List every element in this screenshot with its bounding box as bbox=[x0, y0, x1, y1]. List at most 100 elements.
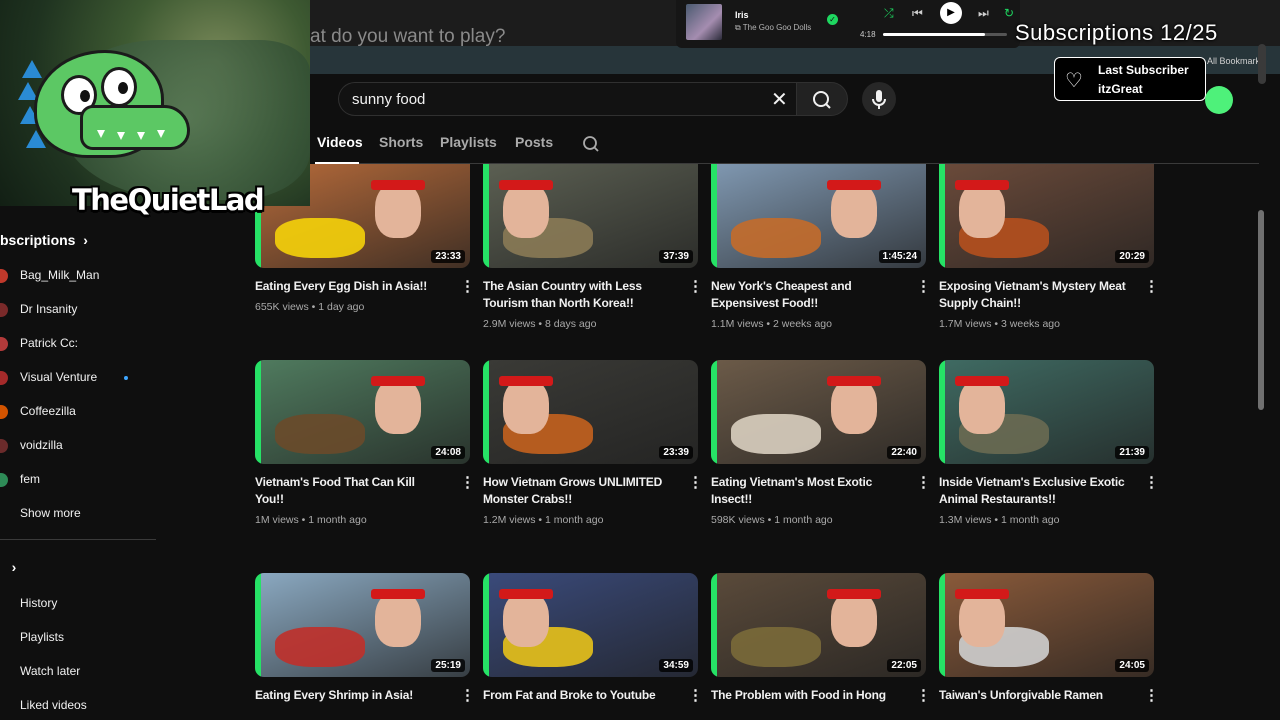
view-count: 1.2M views bbox=[483, 514, 536, 526]
sidebar-channel-item[interactable]: fem bbox=[20, 472, 40, 486]
view-count: 598K views bbox=[711, 514, 765, 526]
video-metadata: 598K views • 1 month ago bbox=[711, 514, 833, 526]
host-face bbox=[831, 591, 877, 647]
mascot-tooth bbox=[97, 130, 105, 138]
video-thumbnail[interactable]: 22:40 bbox=[711, 360, 926, 464]
sidebar-channel-item[interactable]: Coffeezilla bbox=[20, 404, 76, 418]
video-duration: 22:40 bbox=[887, 446, 921, 459]
upload-age: 2 weeks ago bbox=[773, 318, 832, 330]
red-bandana bbox=[499, 589, 553, 599]
video-title[interactable]: Eating Every Egg Dish in Asia!! bbox=[255, 278, 445, 295]
show-more-button[interactable]: Show more bbox=[20, 506, 81, 520]
sidebar-item-liked-videos[interactable]: Liked videos bbox=[20, 698, 87, 712]
video-duration: 37:39 bbox=[659, 250, 693, 263]
video-duration: 34:59 bbox=[659, 659, 693, 672]
channel-avatar bbox=[0, 337, 8, 351]
more-options-icon[interactable]: ⋮ bbox=[688, 279, 703, 294]
video-title[interactable]: Vietnam's Food That Can Kill You!! bbox=[255, 474, 445, 508]
video-thumbnail[interactable]: 24:05 bbox=[939, 573, 1154, 677]
meta-separator: • bbox=[535, 318, 546, 330]
video-thumbnail[interactable]: 20:29 bbox=[939, 164, 1154, 268]
upload-age: 3 weeks ago bbox=[1001, 318, 1060, 330]
more-options-icon[interactable]: ⋮ bbox=[916, 688, 931, 703]
more-options-icon[interactable]: ⋮ bbox=[1144, 279, 1159, 294]
sidebar-item-watch-later[interactable]: Watch later bbox=[20, 664, 80, 678]
video-title[interactable]: The Asian Country with Less Tourism than… bbox=[483, 278, 673, 312]
sidebar-channel-item[interactable]: Bag_Milk_Man bbox=[20, 268, 99, 282]
video-duration: 23:33 bbox=[431, 250, 465, 263]
more-options-icon[interactable]: ⋮ bbox=[1144, 475, 1159, 490]
upload-age: 1 month ago bbox=[774, 514, 833, 526]
view-count: 1.3M views bbox=[939, 514, 992, 526]
sidebar-item-history[interactable]: History bbox=[20, 596, 57, 610]
video-metadata: 1.2M views • 1 month ago bbox=[483, 514, 603, 526]
upload-age: 1 day ago bbox=[318, 301, 365, 313]
video-title[interactable]: Exposing Vietnam's Mystery Meat Supply C… bbox=[939, 278, 1129, 312]
streamer-name: TheQuietLad bbox=[72, 183, 265, 217]
channel-avatar bbox=[0, 303, 8, 317]
more-options-icon[interactable]: ⋮ bbox=[460, 688, 475, 703]
meta-separator: • bbox=[991, 514, 1002, 526]
sidebar-divider bbox=[0, 539, 156, 540]
meta-separator: • bbox=[763, 318, 774, 330]
video-thumbnail[interactable]: 34:59 bbox=[483, 573, 698, 677]
upload-age: 1 month ago bbox=[545, 514, 604, 526]
you-heading[interactable]: › bbox=[0, 559, 17, 575]
sidebar-channel-item[interactable]: Dr Insanity bbox=[20, 302, 77, 316]
thumbnail-food-object bbox=[275, 627, 365, 667]
new-content-dot bbox=[124, 376, 128, 380]
more-options-icon[interactable]: ⋮ bbox=[1144, 688, 1159, 703]
more-options-icon[interactable]: ⋮ bbox=[460, 475, 475, 490]
video-thumbnail[interactable]: 23:39 bbox=[483, 360, 698, 464]
more-options-icon[interactable]: ⋮ bbox=[688, 475, 703, 490]
red-bandana bbox=[827, 180, 881, 190]
page-scrollbar-thumb[interactable] bbox=[1258, 210, 1264, 410]
video-title[interactable]: Taiwan's Unforgivable Ramen bbox=[939, 687, 1129, 704]
video-title[interactable]: Eating Vietnam's Most Exotic Insect!! bbox=[711, 474, 901, 508]
video-duration: 22:05 bbox=[887, 659, 921, 672]
subscriptions-heading[interactable]: bscriptions › bbox=[0, 232, 88, 248]
video-metadata: 1.1M views • 2 weeks ago bbox=[711, 318, 832, 330]
meta-separator: • bbox=[308, 301, 319, 313]
channel-avatar bbox=[0, 269, 8, 283]
more-options-icon[interactable]: ⋮ bbox=[688, 688, 703, 703]
more-options-icon[interactable]: ⋮ bbox=[460, 279, 475, 294]
sidebar-channel-item[interactable]: Visual Venture bbox=[20, 370, 97, 384]
host-face bbox=[503, 378, 549, 434]
mascot-tooth bbox=[157, 130, 165, 138]
view-count: 1.7M views bbox=[939, 318, 992, 330]
more-options-icon[interactable]: ⋮ bbox=[916, 279, 931, 294]
video-metadata: 2.9M views • 8 days ago bbox=[483, 318, 596, 330]
video-thumbnail[interactable]: 37:39 bbox=[483, 164, 698, 268]
sidebar-channel-item[interactable]: Patrick Cc: bbox=[20, 336, 78, 350]
mascot-tooth bbox=[137, 132, 145, 140]
sidebar-item-playlists[interactable]: Playlists bbox=[20, 630, 64, 644]
more-options-icon[interactable]: ⋮ bbox=[916, 475, 931, 490]
meta-separator: • bbox=[991, 318, 1002, 330]
video-title[interactable]: New York's Cheapest and Expensivest Food… bbox=[711, 278, 901, 312]
thumbnail-food-object bbox=[731, 218, 821, 258]
host-face bbox=[503, 591, 549, 647]
video-title[interactable]: Eating Every Shrimp in Asia! bbox=[255, 687, 445, 704]
video-thumbnail[interactable]: 1:45:24 bbox=[711, 164, 926, 268]
thumbnail-food-object bbox=[731, 414, 821, 454]
video-thumbnail[interactable]: 25:19 bbox=[255, 573, 470, 677]
video-thumbnail[interactable]: 24:08 bbox=[255, 360, 470, 464]
video-thumbnail[interactable]: 22:05 bbox=[711, 573, 926, 677]
view-count: 1M views bbox=[255, 514, 299, 526]
video-title[interactable]: The Problem with Food in Hong bbox=[711, 687, 901, 704]
red-bandana bbox=[371, 589, 425, 599]
red-bandana bbox=[955, 589, 1009, 599]
video-thumbnail[interactable]: 21:39 bbox=[939, 360, 1154, 464]
meta-separator: • bbox=[535, 514, 546, 526]
video-duration: 1:45:24 bbox=[878, 250, 921, 263]
video-duration: 23:39 bbox=[659, 446, 693, 459]
video-metadata: 1M views • 1 month ago bbox=[255, 514, 367, 526]
video-title[interactable]: From Fat and Broke to Youtube bbox=[483, 687, 673, 704]
view-count: 2.9M views bbox=[483, 318, 536, 330]
video-title[interactable]: Inside Vietnam's Exclusive Exotic Animal… bbox=[939, 474, 1129, 508]
sidebar-channel-item[interactable]: voidzilla bbox=[20, 438, 63, 452]
video-title[interactable]: How Vietnam Grows UNLIMITED Monster Crab… bbox=[483, 474, 673, 508]
mascot-pupil bbox=[118, 82, 128, 94]
webcam-overlay bbox=[0, 0, 310, 206]
